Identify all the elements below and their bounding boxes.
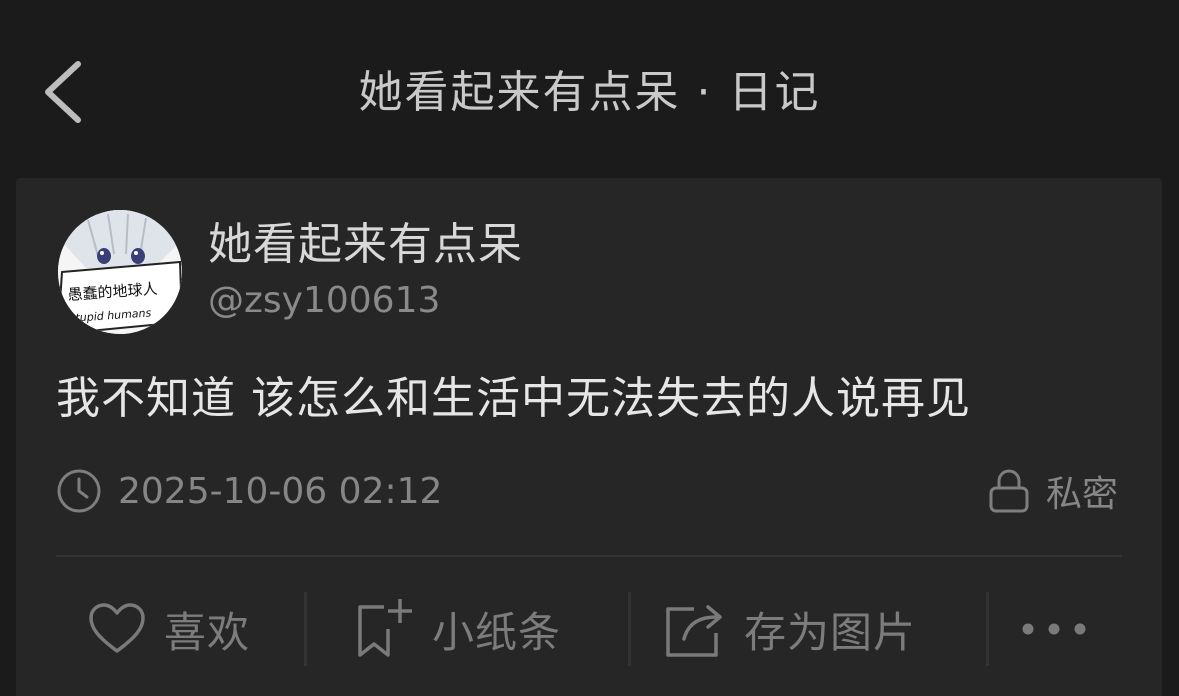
- diary-page: 她看起来有点呆 · 日记 愚蠢的地球人 stupid humans 她看起来有点…: [0, 0, 1179, 696]
- action-bar: 喜欢 小纸条 存为图片: [16, 586, 1162, 672]
- note-button[interactable]: 小纸条: [354, 586, 561, 672]
- action-separator: [304, 592, 307, 666]
- like-label: 喜欢: [164, 607, 251, 657]
- post-timestamp: 2025-10-06 02:12: [56, 468, 442, 514]
- action-separator: [628, 592, 631, 666]
- user-handle: @zsy100613: [208, 280, 441, 321]
- action-separator: [986, 592, 989, 666]
- note-label: 小纸条: [432, 607, 562, 657]
- divider: [56, 555, 1122, 557]
- like-button[interactable]: 喜欢: [88, 586, 250, 672]
- diary-content: 我不知道 该怎么和生活中无法失去的人说再见: [56, 373, 971, 424]
- avatar[interactable]: 愚蠢的地球人 stupid humans: [58, 210, 182, 334]
- privacy-label: 私密: [1045, 474, 1118, 515]
- page-title: 她看起来有点呆 · 日记: [358, 67, 821, 118]
- lock-icon: [989, 469, 1029, 513]
- more-icon: [1022, 623, 1086, 635]
- save-image-label: 存为图片: [744, 607, 917, 657]
- user-nickname[interactable]: 她看起来有点呆: [208, 216, 523, 274]
- share-icon: [666, 605, 722, 657]
- diary-card: 愚蠢的地球人 stupid humans 她看起来有点呆 @zsy100613 …: [16, 178, 1162, 696]
- heart-icon: [89, 603, 145, 653]
- more-button[interactable]: [1018, 586, 1090, 672]
- privacy-status[interactable]: 私密: [988, 468, 1118, 515]
- post-datetime: 2025-10-06 02:12: [118, 470, 443, 512]
- avatar-image: 愚蠢的地球人 stupid humans: [58, 210, 182, 334]
- save-image-button[interactable]: 存为图片: [662, 586, 916, 672]
- top-bar: 她看起来有点呆 · 日记: [0, 0, 1179, 170]
- clock-icon: [57, 469, 101, 513]
- note-add-icon: [358, 599, 412, 657]
